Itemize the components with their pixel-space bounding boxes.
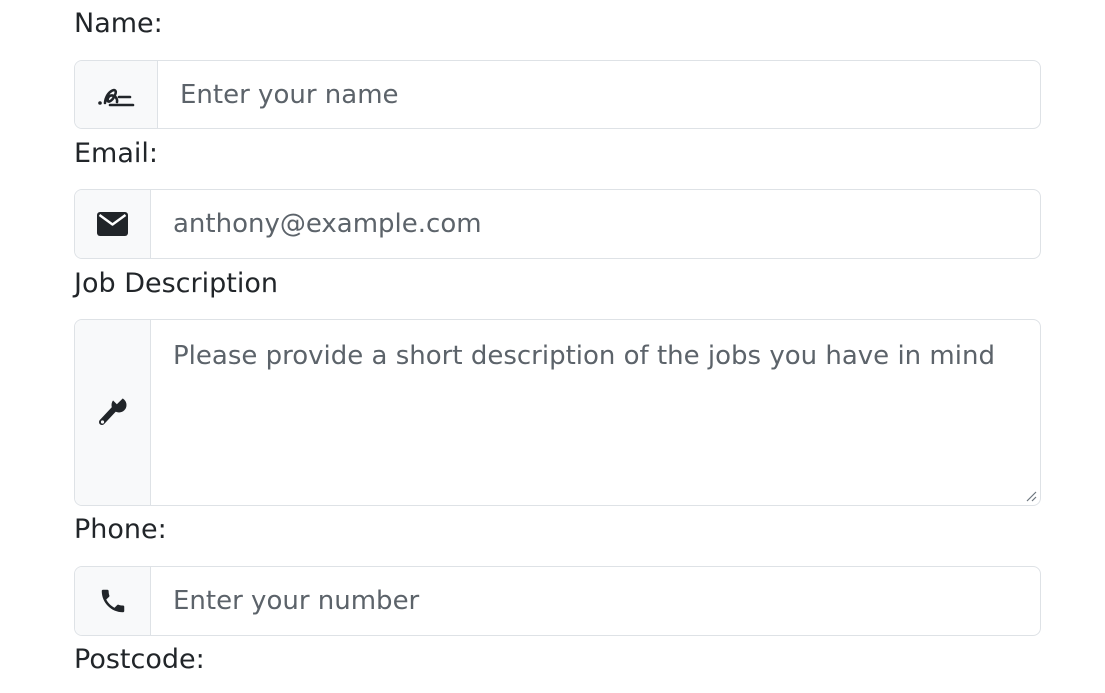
name-input-group: [74, 60, 1041, 129]
phone-label: Phone:: [74, 514, 167, 545]
signature-icon: [75, 61, 158, 128]
envelope-icon: [75, 190, 151, 258]
job-description-input-group: [74, 319, 1041, 506]
name-label: Name:: [74, 8, 163, 39]
email-input-group: [74, 189, 1041, 259]
email-label: Email:: [74, 138, 159, 169]
phone-input-group: [74, 566, 1041, 636]
job-description-label: Job Description: [74, 268, 278, 299]
resize-handle-icon[interactable]: [1025, 490, 1037, 502]
phone-icon: [75, 567, 151, 635]
email-input[interactable]: [151, 190, 1040, 258]
phone-input[interactable]: [151, 567, 1040, 635]
postcode-label: Postcode:: [74, 644, 205, 675]
name-input[interactable]: [158, 61, 1040, 128]
wrench-icon: [75, 320, 151, 505]
job-description-textarea[interactable]: [151, 320, 1040, 505]
